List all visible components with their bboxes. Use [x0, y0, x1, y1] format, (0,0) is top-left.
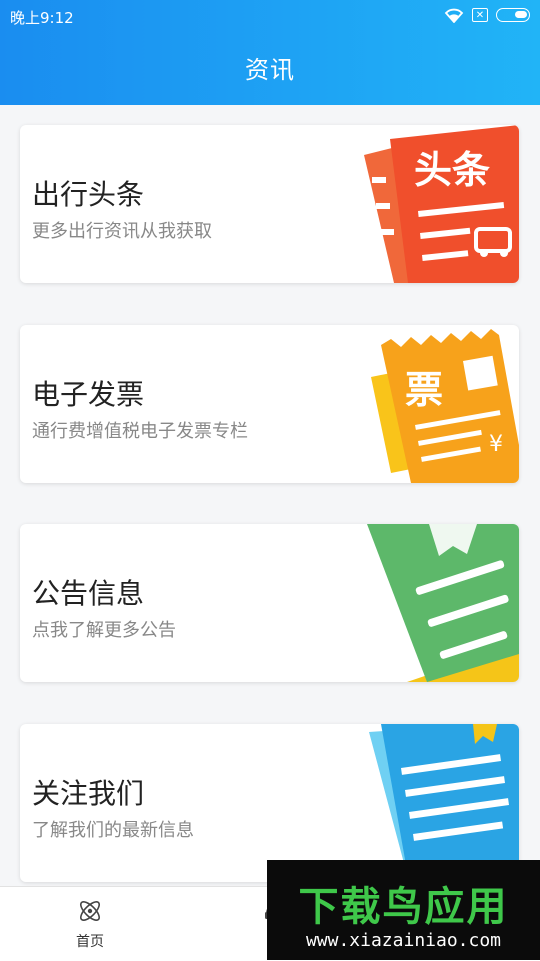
card-announcements[interactable]: 公告信息 点我了解更多公告 — [20, 524, 519, 682]
watermark-overlay: 下载鸟应用 www.xiazainiao.com — [267, 860, 540, 960]
card-image-symbol: ¥ — [489, 432, 503, 457]
atom-home-icon — [80, 901, 100, 921]
card-subtitle: 点我了解更多公告 — [32, 620, 176, 641]
status-bar: 晚上9:12 ✕ — [0, 0, 540, 32]
card-image-text: 头条 — [414, 148, 490, 192]
watermark-url: www.xiazainiao.com — [305, 930, 502, 951]
card-subtitle: 了解我们的最新信息 — [32, 820, 194, 841]
nav-item-home[interactable]: 首页 — [60, 897, 120, 951]
card-subtitle: 通行费增值税电子发票专栏 — [32, 421, 248, 442]
card-title: 出行头条 — [32, 178, 145, 211]
card-title: 关注我们 — [32, 777, 145, 810]
watermark-title: 下载鸟应用 — [298, 884, 509, 930]
card-follow-us[interactable]: 关注我们 了解我们的最新信息 — [20, 724, 519, 882]
page-title: 资讯 — [245, 56, 295, 84]
nav-home-label: 首页 — [76, 934, 104, 950]
card-title: 电子发票 — [32, 378, 145, 411]
card-e-invoice[interactable]: 电子发票 通行费增值税电子发票专栏 票 ¥ — [20, 325, 519, 483]
wifi-icon — [444, 8, 464, 23]
header-bar: 晚上9:12 ✕ 资讯 — [0, 0, 540, 105]
card-title: 公告信息 — [32, 577, 145, 610]
card-travel-headlines[interactable]: 出行头条 更多出行资讯从我获取 头条 — [20, 125, 519, 283]
sim-icon: ✕ — [472, 8, 488, 22]
invoice-ticket-icon: 票 ¥ — [371, 329, 519, 483]
follow-us-icon — [369, 724, 519, 882]
announcement-icon — [367, 524, 519, 682]
status-time: 晚上9:12 — [10, 9, 74, 27]
headline-news-icon: 头条 — [364, 125, 519, 283]
card-subtitle: 更多出行资讯从我获取 — [32, 221, 212, 242]
battery-icon — [496, 8, 530, 22]
status-icons: ✕ — [444, 7, 530, 23]
card-image-text: 票 — [405, 368, 443, 412]
